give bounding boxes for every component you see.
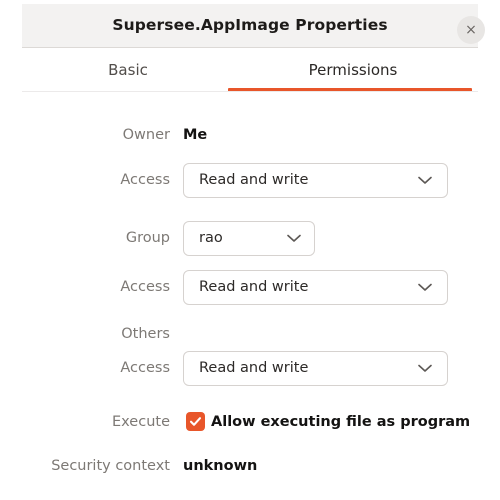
dropdown-group-access-value: Read and write (199, 279, 309, 295)
label-others: Others (121, 326, 170, 342)
tab-permissions[interactable]: Permissions (228, 49, 478, 91)
chevron-down-icon (284, 222, 304, 255)
dropdown-group-access[interactable]: Read and write (183, 270, 448, 305)
dropdown-group[interactable]: rao (183, 221, 315, 256)
dropdown-group-value: rao (199, 230, 223, 246)
label-group: Group (125, 230, 170, 246)
dropdown-others-access-value: Read and write (199, 360, 309, 376)
dropdown-owner-access-value: Read and write (199, 172, 309, 188)
label-owner-access: Access (120, 172, 170, 188)
chevron-down-icon (415, 352, 435, 385)
tab-basic[interactable]: Basic (28, 49, 228, 91)
row-security-context: Security context unknown (0, 449, 500, 483)
label-security-context: Security context (51, 458, 170, 474)
chevron-down-icon (415, 164, 435, 197)
window-title: Supersee.AppImage Properties (112, 16, 388, 34)
execute-checkbox[interactable] (186, 412, 205, 431)
label-others-access: Access (120, 360, 170, 376)
tab-bar: Basic Permissions (22, 49, 478, 94)
row-others: Others (0, 317, 500, 351)
title-bar: Supersee.AppImage Properties × (22, 4, 485, 48)
close-button[interactable]: × (457, 16, 485, 44)
check-icon (189, 417, 202, 426)
close-icon: × (465, 22, 477, 38)
properties-dialog: Supersee.AppImage Properties × Basic Per… (0, 0, 500, 500)
row-owner: Owner Me (0, 118, 500, 152)
value-security-context: unknown (183, 458, 258, 474)
tab-bar-divider (22, 91, 478, 92)
label-group-access: Access (120, 279, 170, 295)
chevron-down-icon (415, 271, 435, 304)
dropdown-others-access[interactable]: Read and write (183, 351, 448, 386)
label-owner: Owner (122, 127, 170, 143)
value-owner: Me (183, 127, 208, 143)
label-execute: Execute (112, 414, 170, 430)
execute-checkbox-label[interactable]: Allow executing file as program (211, 410, 470, 434)
dropdown-owner-access[interactable]: Read and write (183, 163, 448, 198)
